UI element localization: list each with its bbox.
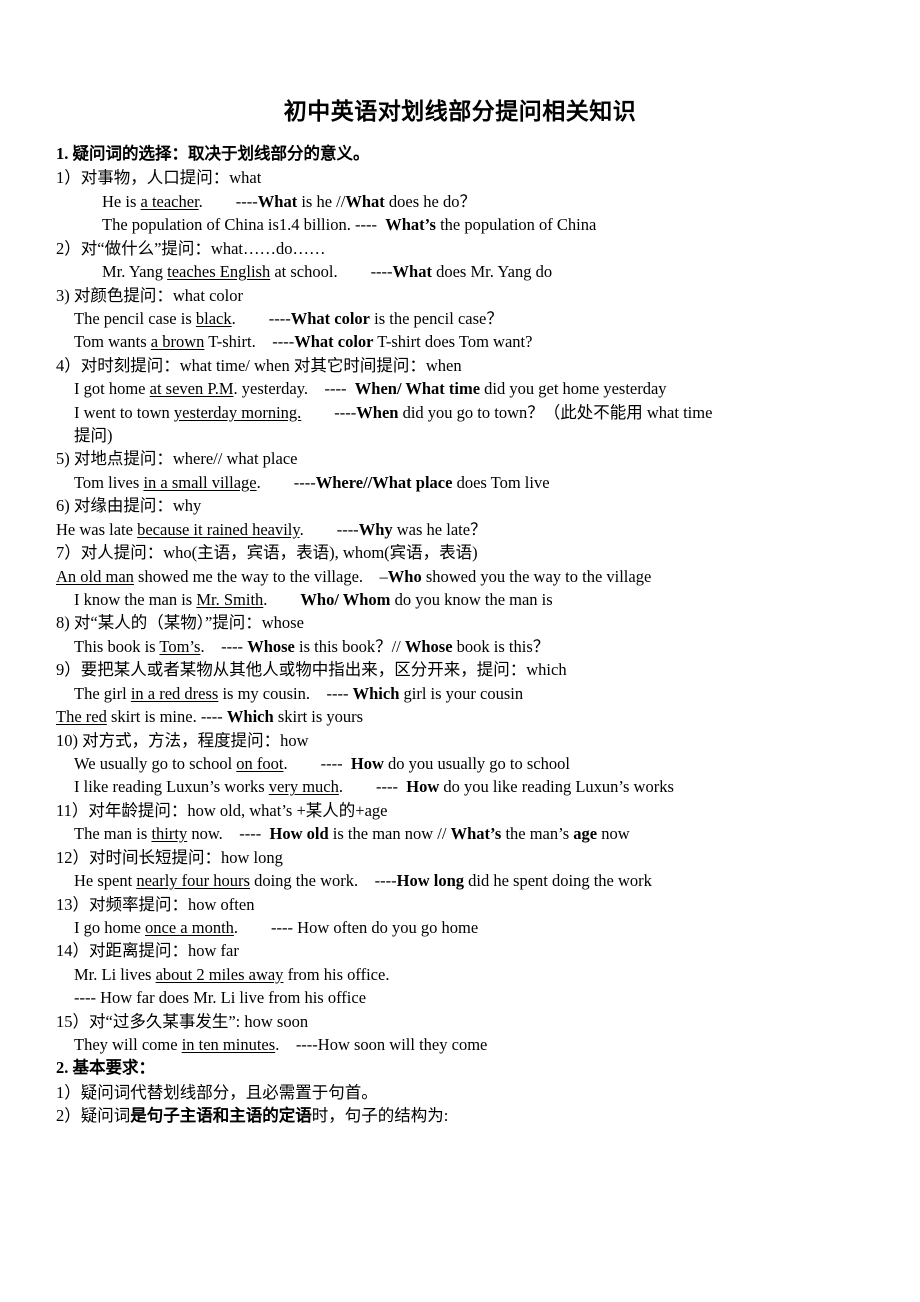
- doc-line: 2）疑问词是句子主语和主语的定语时，句子的结构为:: [56, 1106, 449, 1126]
- doc-line: I went to town yesterday morning. ----Wh…: [74, 402, 713, 422]
- section-question-words: 1. 疑问词的选择：取决于划线部分的意义。 1）对事物，人口提问：what He…: [56, 142, 864, 1056]
- doc-line: I know the man is Mr. Smith. Who/ Whom d…: [74, 590, 553, 610]
- doc-line: The red skirt is mine. ---- Which skirt …: [56, 707, 364, 727]
- doc-line: The girl in a red dress is my cousin. --…: [74, 683, 524, 703]
- doc-line: 1）疑问词代替划线部分，且必需置于句首。: [56, 1082, 378, 1102]
- doc-line: 14）对距离提问：how far: [56, 941, 239, 961]
- doc-line: Tom lives in a small village. ----Where/…: [74, 472, 550, 492]
- doc-line: He is a teacher. ----What is he //What d…: [102, 191, 476, 211]
- document-page: 初中英语对划线部分提问相关知识 1. 疑问词的选择：取决于划线部分的意义。 1）…: [0, 0, 920, 1128]
- doc-line: We usually go to school on foot. ---- Ho…: [74, 753, 570, 773]
- page-title: 初中英语对划线部分提问相关知识: [283, 99, 637, 124]
- doc-line: 提问): [74, 426, 113, 446]
- section-heading: 1. 疑问词的选择：取决于划线部分的意义。: [56, 144, 370, 163]
- doc-line: 1）对事物，人口提问：what: [56, 168, 262, 188]
- doc-line: I go home once a month. ---- How often d…: [74, 917, 479, 937]
- doc-line: Tom wants a brown T-shirt. ----What colo…: [74, 332, 533, 352]
- section-body: 1）对事物，人口提问：what He is a teacher. ----Wha…: [56, 166, 864, 1056]
- doc-line: 7）对人提问：who(主语，宾语，表语), whom(宾语，表语): [56, 543, 478, 563]
- doc-line: I like reading Luxun’s works very much. …: [74, 777, 674, 797]
- section-body: 1）疑问词代替划线部分，且必需置于句首。 2）疑问词是句子主语和主语的定语时，句…: [56, 1081, 864, 1128]
- doc-line: They will come in ten minutes. ----How s…: [74, 1035, 488, 1055]
- section-heading: 2. 基本要求：: [56, 1058, 155, 1078]
- doc-line: Mr. Yang teaches English at school. ----…: [102, 262, 553, 282]
- doc-line: I got home at seven P.M. yesterday. ----…: [74, 379, 667, 399]
- doc-line: The population of China is1.4 billion. -…: [102, 215, 597, 235]
- doc-line: 11）对年龄提问：how old, what’s +某人的+age: [56, 800, 388, 820]
- doc-line: 2）对“做什么”提问：what……do……: [56, 238, 326, 258]
- doc-line: This book is Tom’s. ---- Whose is this b…: [74, 636, 550, 656]
- doc-line: He spent nearly four hours doing the wor…: [74, 871, 652, 891]
- doc-line: 8) 对“某人的（某物）”提问：whose: [56, 613, 304, 633]
- doc-line: An old man showed me the way to the vill…: [56, 566, 652, 586]
- doc-line: 5) 对地点提问：where// what place: [56, 449, 298, 469]
- doc-line: 15）对“过多久某事发生”: how soon: [56, 1011, 309, 1031]
- doc-line: 4）对时刻提问：what time/ when 对其它时间提问：when: [56, 355, 462, 375]
- doc-line: 9）要把某人或者某物从其他人或物中指出来，区分开来，提问：which: [56, 660, 567, 680]
- doc-line: 10) 对方式，方法，程度提问：how: [56, 730, 309, 750]
- doc-line: 3) 对颜色提问：what color: [56, 285, 243, 305]
- doc-line: ---- How far does Mr. Li live from his o…: [74, 988, 367, 1008]
- doc-line: 13）对频率提问：how often: [56, 894, 255, 914]
- doc-line: He was late because it rained heavily. -…: [56, 519, 487, 539]
- doc-line: 12）对时间长短提问：how long: [56, 847, 283, 867]
- doc-line: The man is thirty now. ---- How old is t…: [74, 824, 630, 844]
- doc-line: 6) 对缘由提问：why: [56, 496, 202, 516]
- doc-line: The pencil case is black. ----What color…: [74, 308, 503, 328]
- section-basic-requirements: 2. 基本要求： 1）疑问词代替划线部分，且必需置于句首。 2）疑问词是句子主语…: [56, 1056, 864, 1127]
- doc-line: Mr. Li lives about 2 miles away from his…: [74, 964, 390, 984]
